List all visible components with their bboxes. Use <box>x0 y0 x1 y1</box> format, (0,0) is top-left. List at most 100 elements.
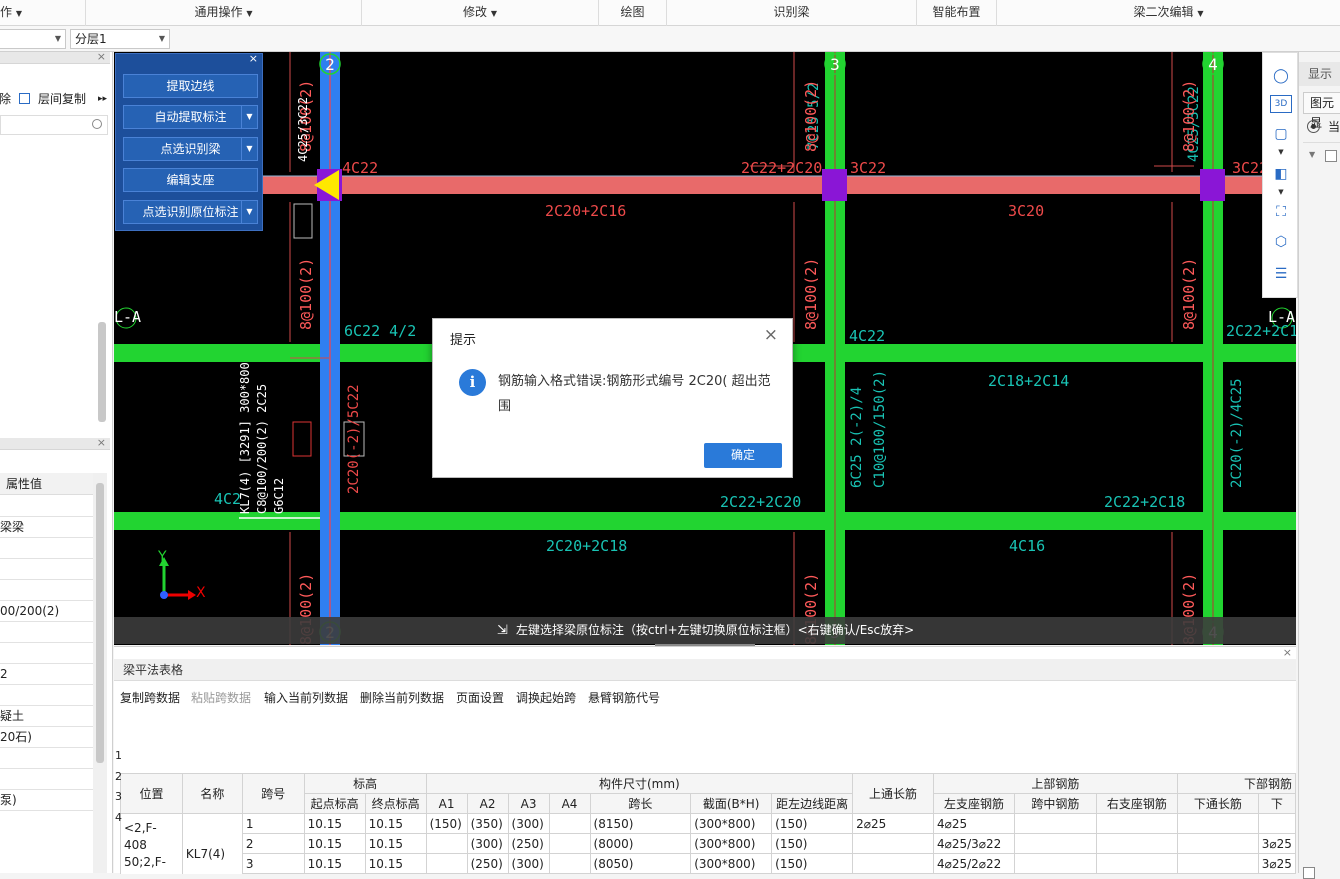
table-cell[interactable]: 350*800 <box>690 873 773 874</box>
floor-copy-button[interactable]: 层间复制 <box>38 87 86 111</box>
table-cell[interactable]: (8050) <box>589 853 692 874</box>
floor-combo[interactable]: ▼ <box>0 29 66 49</box>
table-cell[interactable]: (8000) <box>589 833 692 854</box>
property-value[interactable]: 疑土 <box>0 706 93 727</box>
table-cell[interactable]: (300) <box>466 873 509 874</box>
table-cell[interactable]: 4 <box>241 873 305 874</box>
expand-icon[interactable]: ▼ <box>1309 150 1315 159</box>
orbit-icon[interactable]: ◯ <box>1270 65 1292 87</box>
search-input[interactable] <box>0 115 108 135</box>
table-cell[interactable]: 4⌀25 <box>1257 873 1296 874</box>
table-row[interactable]: 2 10.15 10.15 (300) (250) (8000) (300*800) (150… <box>121 833 1296 854</box>
table-cell[interactable]: 10.15 <box>303 833 366 854</box>
table-row[interactable]: <2,F-408 50;2,F-85 50>KL7(4)110.1510.15(… <box>120 813 1296 874</box>
table-cell[interactable] <box>425 833 468 854</box>
table-cell[interactable] <box>1013 813 1097 834</box>
menu-beam-edit[interactable]: 梁二次编辑 ▼ <box>997 0 1340 26</box>
close-icon[interactable]: × <box>1283 646 1292 659</box>
table-cell[interactable] <box>1257 813 1296 834</box>
cell-name[interactable]: KL7(4) <box>181 813 243 874</box>
table-cell[interactable]: 2⌀25 <box>852 813 934 834</box>
swap-start-span-button[interactable]: 调换起始跨 <box>516 689 576 706</box>
table-cell[interactable]: (8100) <box>589 873 692 874</box>
table-cell[interactable]: (150) <box>771 853 854 874</box>
chevron-down-icon[interactable]: ▼ <box>1270 181 1292 203</box>
checkbox[interactable] <box>1303 867 1315 879</box>
property-value[interactable] <box>0 685 93 706</box>
menu-general-ops[interactable]: 通用操作 ▼ <box>86 0 362 26</box>
table-row[interactable]: 410.1510.15(300)(350)(150)(8100)350*800(… <box>121 873 1296 874</box>
table-cell[interactable]: 3 <box>241 853 305 874</box>
table-cell[interactable]: 3⌀25 <box>1257 833 1296 854</box>
input-column-button[interactable]: 输入当前列数据 <box>264 689 348 706</box>
table-cell[interactable]: (175) <box>771 873 854 874</box>
table-cell[interactable]: 4⌀25/3⌀22 <box>932 833 1015 854</box>
auto-extract-label-button[interactable]: 自动提取标注 ▼ <box>123 105 258 129</box>
table-cell[interactable]: 2⌀25+(2⌀12 <box>1013 873 1097 874</box>
edit-support-button[interactable]: 编辑支座 <box>123 168 258 192</box>
table-cell[interactable]: (350) <box>466 813 509 834</box>
scrollbar[interactable] <box>96 483 104 763</box>
property-value[interactable]: 2 <box>0 664 93 685</box>
table-cell[interactable]: 2 <box>241 833 305 854</box>
property-value[interactable] <box>0 643 93 664</box>
table-cell[interactable] <box>548 853 591 874</box>
layer-settings-icon[interactable]: ☰ <box>1270 263 1292 285</box>
pick-identify-inplace-label-button[interactable]: 点选识别原位标注 ▼ <box>123 200 258 224</box>
table-cell[interactable]: (300) <box>507 853 550 874</box>
table-cell[interactable]: 10.15 <box>364 813 427 834</box>
table-cell[interactable] <box>1176 873 1259 874</box>
table-row[interactable]: 3 10.15 10.15 (250) (300) (8050) (300*800) (150… <box>121 853 1296 874</box>
table-cell[interactable]: (150) <box>771 833 854 854</box>
copy-span-button[interactable]: 复制跨数据 <box>120 689 180 706</box>
property-value[interactable] <box>0 580 93 601</box>
table-cell[interactable]: (300) <box>466 833 509 854</box>
table-cell[interactable]: 10.15 <box>364 873 427 874</box>
table-cell[interactable]: 10.15 <box>303 853 366 874</box>
table-cell[interactable] <box>425 853 468 874</box>
tab-element-display[interactable]: 图元显 <box>1303 92 1340 130</box>
table-cell[interactable]: 10.15 <box>303 873 366 874</box>
table-cell[interactable] <box>548 833 591 854</box>
property-value[interactable]: 20石) <box>0 727 93 748</box>
close-icon[interactable]: × <box>97 436 106 449</box>
property-value[interactable] <box>0 538 93 559</box>
table-cell[interactable]: (150) <box>548 873 591 874</box>
property-value[interactable] <box>0 622 93 643</box>
table-cell[interactable]: (150) <box>771 813 854 834</box>
property-value[interactable]: 泵) <box>0 790 93 811</box>
delete-button[interactable]: 除 <box>0 87 11 111</box>
close-icon[interactable]: × <box>97 50 106 63</box>
property-value[interactable]: 梁梁 <box>0 517 93 538</box>
ok-button[interactable]: 确定 <box>704 443 782 468</box>
table-cell[interactable] <box>1013 833 1097 854</box>
table-cell[interactable]: 10.15 <box>364 853 427 874</box>
table-cell[interactable] <box>1176 813 1259 834</box>
table-cell[interactable]: 1 <box>241 813 305 834</box>
table-cell[interactable] <box>1095 853 1178 874</box>
page-setup-button[interactable]: 页面设置 <box>456 689 504 706</box>
table-cell[interactable]: (150) <box>425 813 468 834</box>
radio-current[interactable] <box>1307 120 1320 133</box>
3d-view-icon[interactable]: 3D <box>1270 95 1292 113</box>
checkbox[interactable] <box>1325 150 1337 162</box>
menu-smart-layout[interactable]: 智能布置 <box>917 0 997 26</box>
table-cell[interactable]: (300) <box>507 813 550 834</box>
table-cell[interactable]: (350) <box>507 873 550 874</box>
table-cell[interactable]: 10.15 <box>303 813 366 834</box>
close-icon[interactable]: × <box>249 52 258 65</box>
table-cell[interactable]: 4⌀25 <box>932 813 1015 834</box>
table-cell[interactable] <box>852 853 934 874</box>
menu-identify-beam[interactable]: 识别梁 <box>667 0 917 26</box>
property-value[interactable] <box>0 496 93 517</box>
table-cell[interactable]: (8150) <box>589 813 692 834</box>
table-cell[interactable]: 4⌀25/2⌀22 <box>932 853 1015 874</box>
property-value[interactable] <box>0 748 93 769</box>
property-value[interactable]: 00/200(2) <box>0 601 93 622</box>
table-cell[interactable] <box>1176 833 1259 854</box>
table-cell[interactable]: 4⌀25/3⌀22 <box>932 873 1015 874</box>
chevron-down-icon[interactable]: ▼ <box>241 106 257 128</box>
table-cell[interactable]: (250) <box>466 853 509 874</box>
cantilever-code-button[interactable]: 悬臂钢筋代号 <box>588 689 660 706</box>
chevron-down-icon[interactable]: ▼ <box>241 201 257 223</box>
